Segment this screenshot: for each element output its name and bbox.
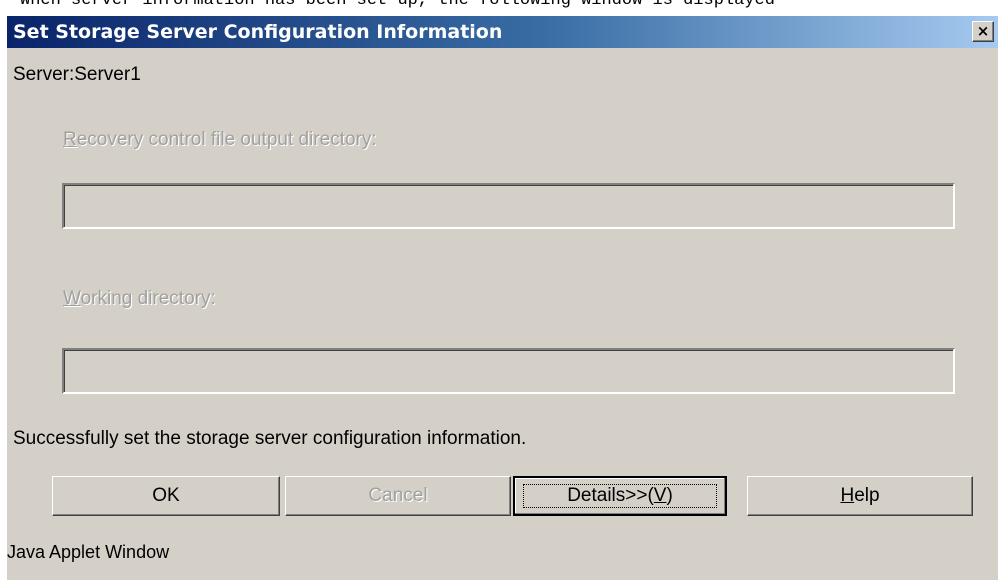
recovery-dir-mnemonic: R xyxy=(63,129,77,150)
working-dir-mnemonic: W xyxy=(63,288,81,309)
dialog-window: Set Storage Server Configuration Informa… xyxy=(6,15,998,580)
working-dir-label-text: orking directory: xyxy=(80,288,216,309)
details-button[interactable]: Details>>(V) xyxy=(513,476,727,516)
page-caption: When server information has been set up,… xyxy=(0,0,1000,16)
close-icon: × xyxy=(976,22,990,40)
help-button-label: Help xyxy=(840,485,879,506)
close-button[interactable]: × xyxy=(972,21,994,42)
applet-footer: Java Applet Window xyxy=(7,542,170,562)
working-dir-label: Working directory: xyxy=(63,288,216,310)
details-label-prefix: Details>>( xyxy=(567,485,654,506)
ok-button-label: OK xyxy=(152,485,180,506)
details-button-label: Details>>(V) xyxy=(567,485,673,506)
cancel-button-label: Cancel xyxy=(368,485,428,506)
screen: When server information has been set up,… xyxy=(0,0,1000,580)
status-message: Successfully set the storage server conf… xyxy=(13,428,527,449)
help-mnemonic: H xyxy=(840,485,855,506)
title-bar[interactable]: Set Storage Server Configuration Informa… xyxy=(7,16,998,48)
help-button[interactable]: Help xyxy=(747,476,973,516)
recovery-dir-label: Recovery control file output directory: xyxy=(63,129,377,151)
caption-text: When server information has been set up,… xyxy=(20,0,775,10)
details-label-suffix: ) xyxy=(666,485,673,506)
ok-button[interactable]: OK xyxy=(52,476,280,516)
details-mnemonic: V xyxy=(653,485,667,506)
help-label-rest: elp xyxy=(854,485,880,506)
server-label: Server:Server1 xyxy=(13,64,141,85)
working-dir-field[interactable] xyxy=(62,348,955,394)
dialog-title: Set Storage Server Configuration Informa… xyxy=(13,21,503,43)
recovery-dir-label-text: ecovery control file output directory: xyxy=(76,129,377,150)
cancel-button[interactable]: Cancel xyxy=(285,476,511,516)
recovery-dir-field[interactable] xyxy=(62,183,955,229)
